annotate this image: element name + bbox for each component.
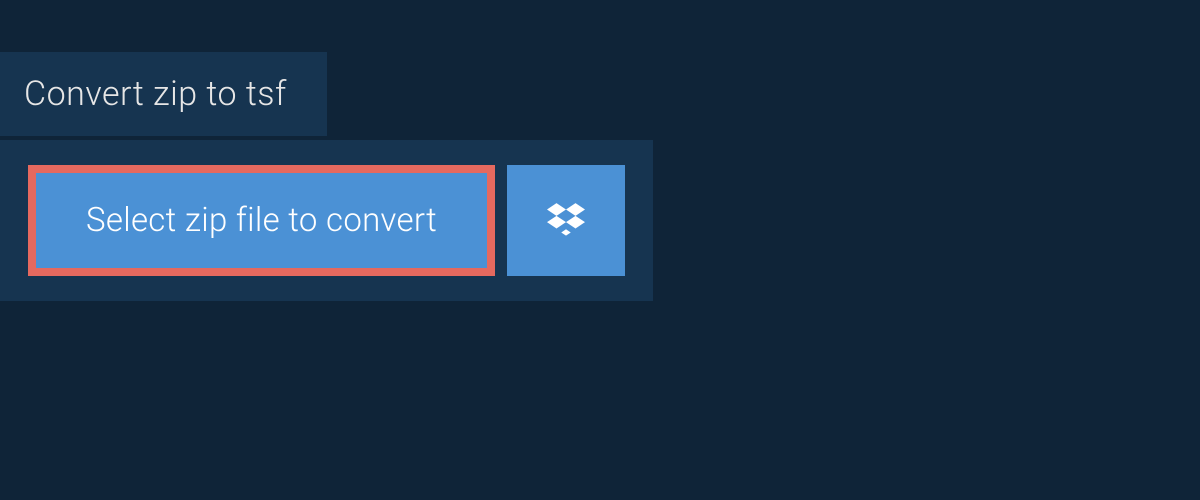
dropbox-icon <box>547 200 585 242</box>
page-title: Convert zip to tsf <box>24 74 287 114</box>
dropbox-button[interactable] <box>507 165 625 276</box>
select-file-button[interactable]: Select zip file to convert <box>28 165 495 276</box>
tab-header: Convert zip to tsf <box>0 52 327 136</box>
select-file-label: Select zip file to convert <box>86 201 437 240</box>
conversion-panel: Select zip file to convert <box>0 140 653 301</box>
